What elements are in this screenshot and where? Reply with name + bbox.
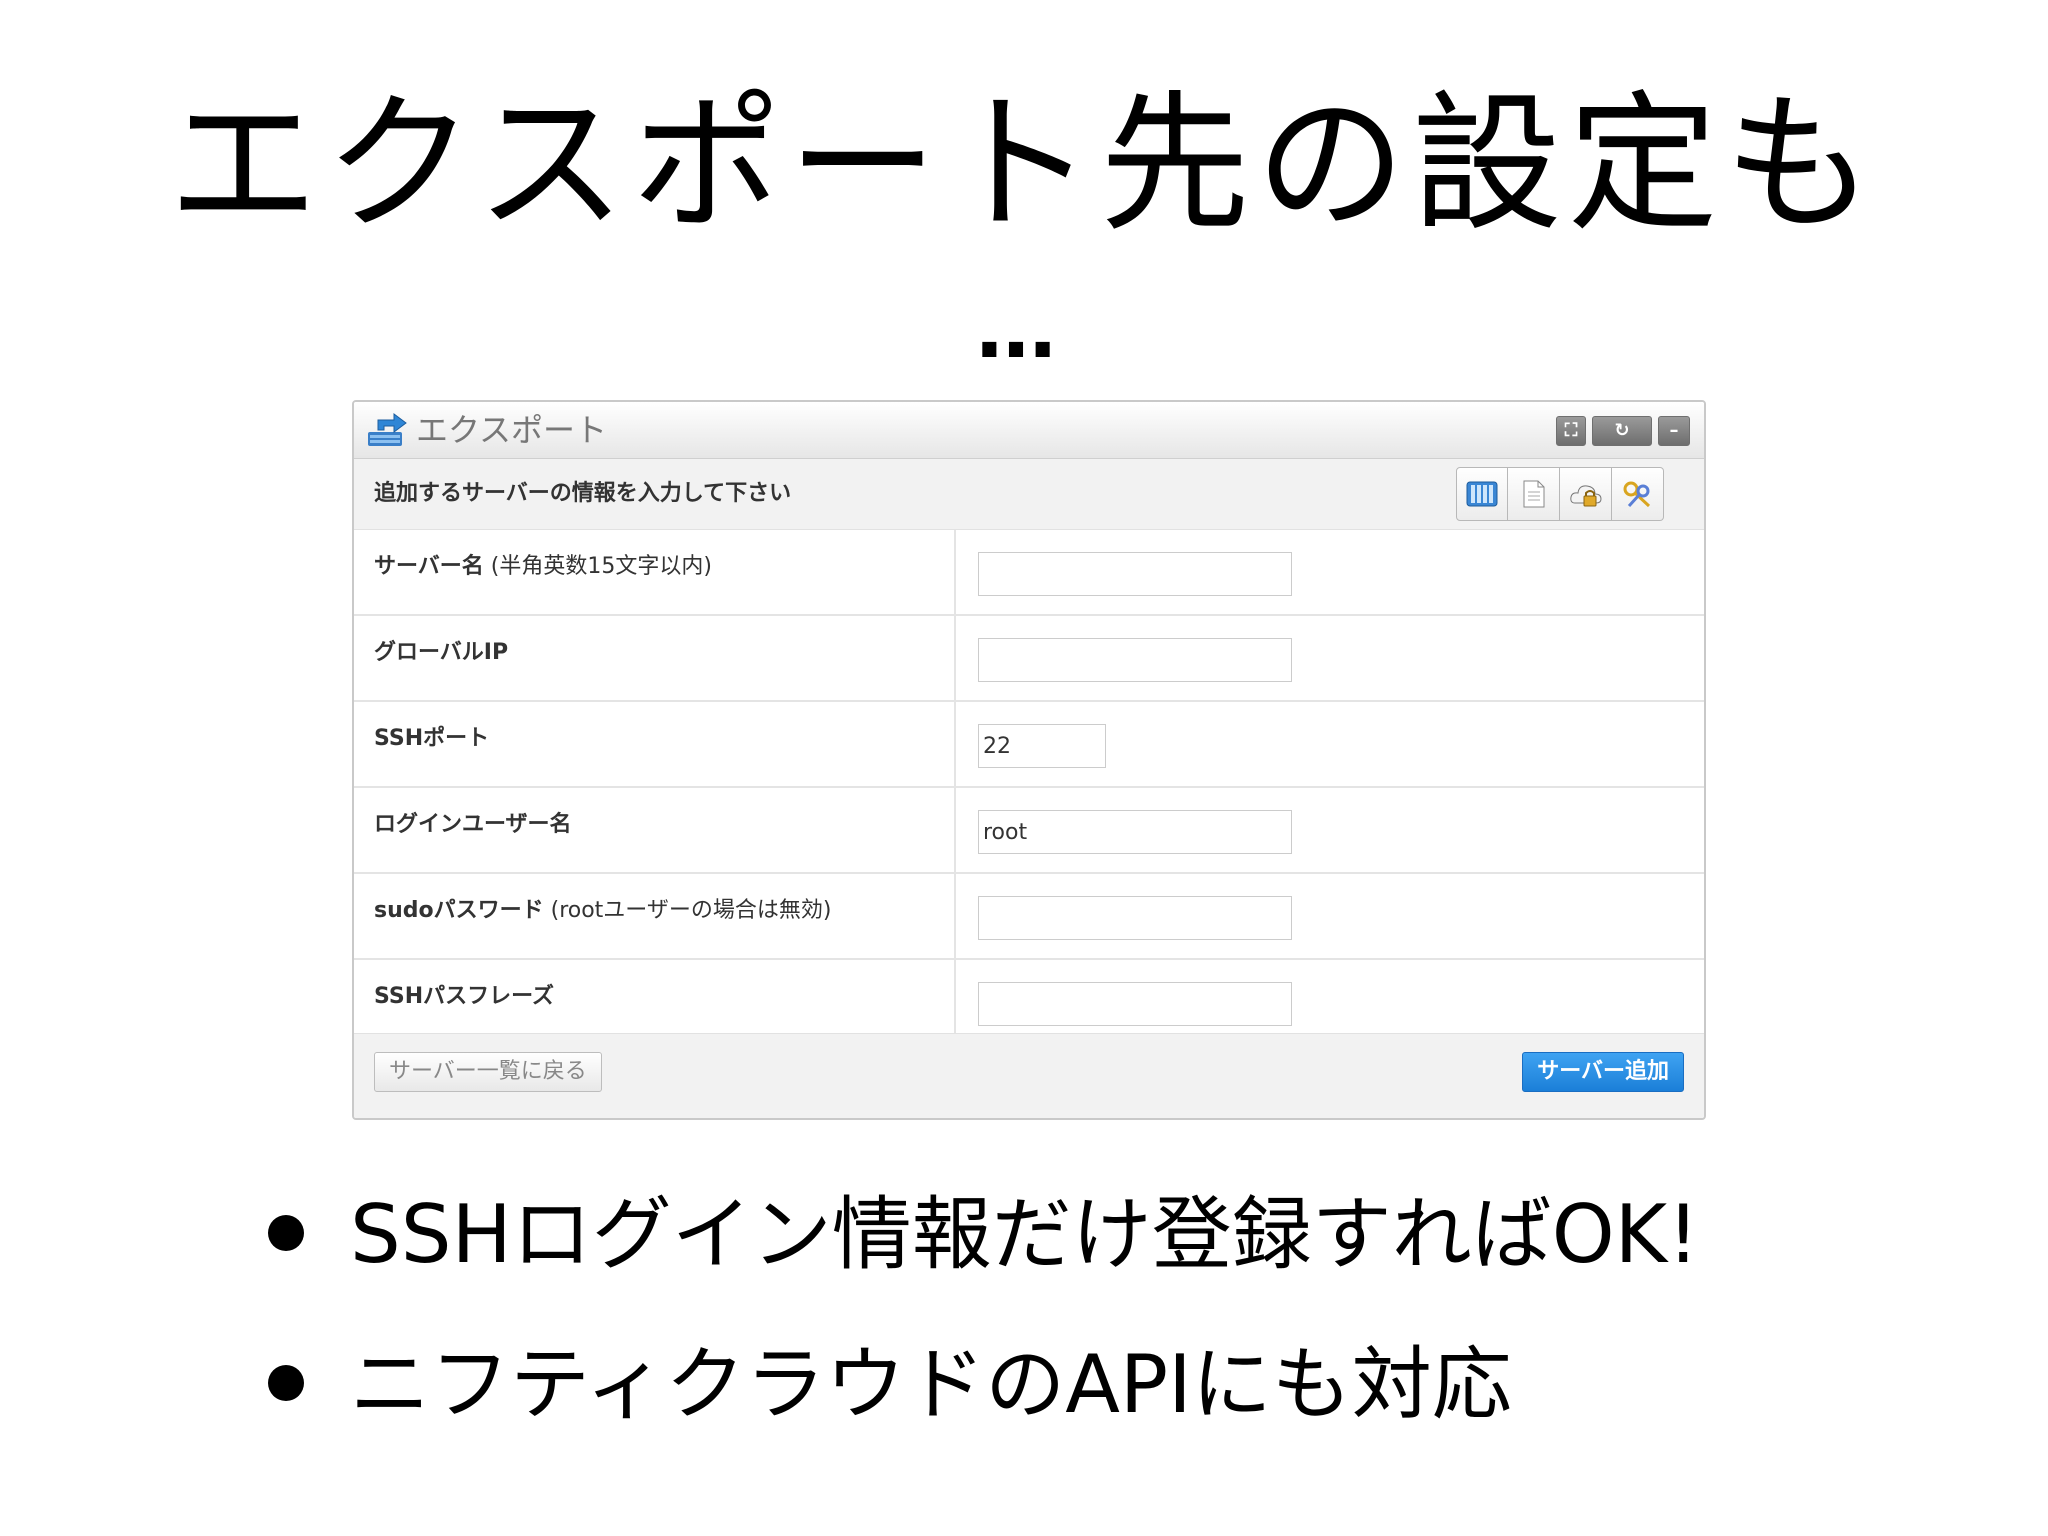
field-label-text: sudoパスワード [374,898,544,923]
global-ip-input[interactable] [978,638,1292,682]
key-icon [1623,481,1650,508]
bullet-text: ニフティクラウドのAPIにも対応 [350,1338,1512,1431]
bullet-dot [268,1365,304,1401]
panel-title: エクスポート [416,411,608,449]
cloud-lock-icon [1569,485,1602,507]
refresh-icon[interactable]: ↻ [1592,416,1652,446]
field-label: sudoパスワード (rootユーザーの場合は無効) [354,874,956,958]
sudo-password-input[interactable] [978,896,1292,940]
form-row-login-user: ログインユーザー名 [354,788,1704,874]
server-list-icon [1466,481,1498,507]
form-instruction: 追加するサーバーの情報を入力して下さい [374,481,792,506]
form-row-sudo-password: sudoパスワード (rootユーザーの場合は無効) [354,874,1704,960]
export-icon [368,413,407,446]
panel-header: エクスポート ⛶ ↻ – [354,402,1704,459]
server-list-button[interactable] [1456,467,1508,521]
field-label-text: グローバルIP [374,640,509,665]
field-label-text: ログインユーザー名 [374,812,572,837]
maximize-icon[interactable]: ⛶ [1556,416,1586,446]
panel-subbar: 追加するサーバーの情報を入力して下さい [354,459,1704,530]
bullet-item: SSHログイン情報だけ登録すればOK! [260,1185,1699,1335]
form-row-server-name: サーバー名 (半角英数15文字以内) [354,530,1704,616]
cloud-lock-button[interactable] [1560,467,1612,521]
export-panel: エクスポート ⛶ ↻ – 追加するサーバーの情報を入力して下さい サーバー名 (… [352,400,1706,1120]
slide-title: エクスポート先の設定も [168,78,1880,252]
bullet-text: SSHログイン情報だけ登録すればOK! [350,1188,1700,1281]
field-label-text: サーバー名 [374,554,484,579]
slide-title-continuation: … [976,283,1072,376]
field-label: ログインユーザー名 [354,788,956,872]
form-rows: サーバー名 (半角英数15文字以内) グローバルIP SSHポート ログインユー… [354,530,1704,1046]
document-icon [1523,480,1544,508]
minimize-icon[interactable]: – [1658,416,1690,446]
panel-footer: サーバー一覧に戻る サーバー追加 [354,1033,1704,1118]
field-label: サーバー名 (半角英数15文字以内) [354,530,956,614]
field-label: グローバルIP [354,616,956,700]
back-to-server-list-button[interactable]: サーバー一覧に戻る [374,1052,602,1092]
document-button[interactable] [1508,467,1560,521]
bullet-dot [268,1215,304,1251]
key-button[interactable] [1612,467,1664,521]
form-row-global-ip: グローバルIP [354,616,1704,702]
field-label: SSHポート [354,702,956,786]
login-user-input[interactable] [978,810,1292,854]
server-name-input[interactable] [978,552,1292,596]
add-server-button[interactable]: サーバー追加 [1522,1052,1684,1092]
bullet-list: SSHログイン情報だけ登録すればOK! ニフティクラウドのAPIにも対応 [260,1185,1699,1485]
field-label-note: (rootユーザーの場合は無効) [543,898,832,923]
bullet-item: ニフティクラウドのAPIにも対応 [260,1335,1699,1485]
form-row-ssh-port: SSHポート [354,702,1704,788]
field-label-text: SSHポート [374,726,490,751]
field-label-text: SSHパスフレーズ [374,984,555,1009]
toolbar [1456,467,1664,521]
ssh-port-input[interactable] [978,724,1106,768]
ssh-passphrase-input[interactable] [978,982,1292,1026]
field-label-note: (半角英数15文字以内) [483,554,712,579]
